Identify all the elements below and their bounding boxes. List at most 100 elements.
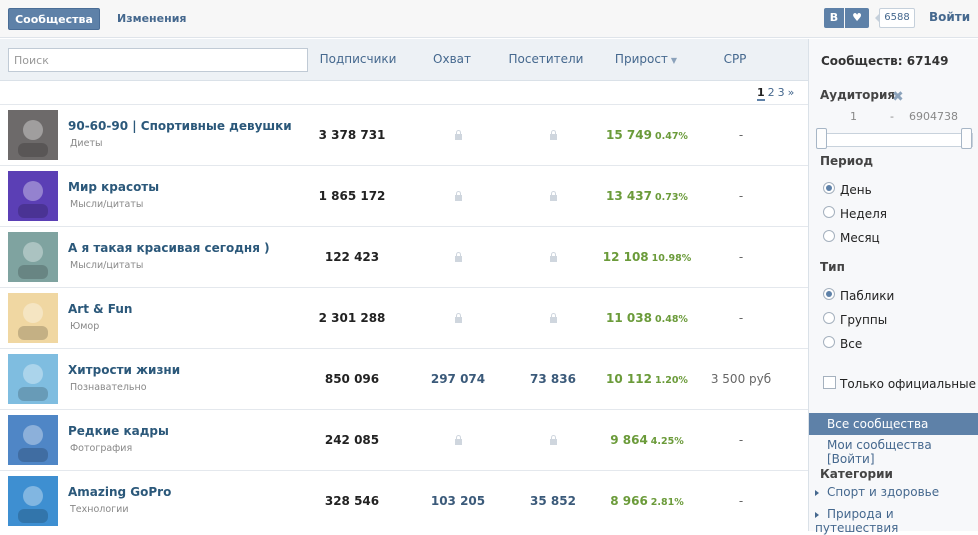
cpp-cell: - — [738, 189, 744, 203]
total-communities-count: Сообществ: 67149 — [821, 54, 949, 68]
period-month-label[interactable]: Месяц — [840, 231, 880, 245]
lock-icon — [454, 252, 462, 262]
reach-cell-locked — [418, 250, 498, 264]
community-category: Технологии — [70, 504, 129, 515]
avatar-image — [8, 476, 58, 526]
page-1-link[interactable]: 1 — [757, 86, 765, 101]
growth-cell: 12 108 10.98% — [598, 250, 696, 264]
community-avatar[interactable] — [8, 171, 58, 221]
community-name-link[interactable]: А я такая красивая сегодня ) — [68, 241, 270, 255]
cpp-cell: - — [738, 128, 744, 142]
clear-audience-icon[interactable]: ✖ — [892, 89, 904, 105]
community-avatar[interactable] — [8, 110, 58, 160]
official-only-label[interactable]: Только официальные — [840, 377, 976, 391]
table-header: Подписчики Охват Посетители Прирост▼ CPP — [0, 39, 808, 81]
period-week-radio[interactable] — [823, 206, 835, 218]
visitors-cell: 73 836 — [530, 372, 576, 386]
lock-icon — [549, 191, 557, 201]
type-title: Тип — [820, 260, 845, 274]
column-cpp[interactable]: CPP — [704, 52, 766, 66]
table-row[interactable]: Редкие кадры Фотография 242 085 9 864 4.2… — [0, 409, 808, 470]
community-category: Мысли/цитаты — [70, 199, 144, 210]
type-groups-radio[interactable] — [823, 312, 835, 324]
growth-cell: 15 749 0.47% — [598, 128, 696, 142]
search-input[interactable] — [8, 48, 308, 72]
period-day-label[interactable]: День — [840, 183, 872, 197]
visitors-cell: 35 852 — [530, 494, 576, 508]
page-3-link[interactable]: 3 — [778, 86, 785, 99]
type-groups-label[interactable]: Группы — [840, 313, 887, 327]
community-avatar[interactable] — [8, 476, 58, 526]
community-category: Юмор — [70, 321, 100, 332]
community-name-link[interactable]: Art & Fun — [68, 302, 132, 316]
table-row[interactable]: Хитрости жизни Познавательно 850 096 297… — [0, 348, 808, 409]
table-row[interactable]: Art & Fun Юмор 2 301 288 11 038 0.48% - — [0, 287, 808, 348]
audience-slider-track[interactable] — [817, 133, 973, 147]
community-name-link[interactable]: Редкие кадры — [68, 424, 169, 438]
type-publics-label[interactable]: Паблики — [840, 289, 894, 303]
visitors-cell-locked — [513, 311, 593, 325]
community-name-link[interactable]: Amazing GoPro — [68, 485, 171, 499]
period-day-radio[interactable] — [823, 182, 835, 194]
period-week-label[interactable]: Неделя — [840, 207, 887, 221]
column-growth-label: Прирост — [614, 52, 668, 66]
growth-percent: 0.48% — [654, 314, 688, 325]
table-row[interactable]: Amazing GoPro Технологии 328 546 103 205… — [0, 470, 808, 531]
growth-cell: 10 112 1.20% — [598, 372, 696, 386]
community-avatar[interactable] — [8, 293, 58, 343]
audience-slider-max-handle[interactable] — [961, 128, 972, 149]
type-all-radio[interactable] — [823, 336, 835, 348]
table-row[interactable]: 90-60-90 | Спортивные девушки Диеты 3 37… — [0, 104, 808, 165]
subscribers-cell: 242 085 — [324, 433, 380, 447]
audience-range-separator: - — [890, 110, 894, 123]
visitors-cell-locked — [513, 433, 593, 447]
next-page-link[interactable]: » — [788, 86, 795, 99]
community-avatar[interactable] — [8, 354, 58, 404]
community-name-link[interactable]: Хитрости жизни — [68, 363, 180, 377]
page-2-link[interactable]: 2 — [768, 86, 775, 99]
official-only-checkbox[interactable] — [823, 376, 836, 389]
growth-value: 15 749 — [606, 128, 652, 142]
communities-list: 90-60-90 | Спортивные девушки Диеты 3 37… — [0, 104, 808, 531]
period-title: Период — [820, 154, 874, 168]
subscribers-cell: 2 301 288 — [318, 311, 386, 325]
growth-value: 9 864 — [610, 433, 648, 447]
all-communities-link[interactable]: Все сообщества — [809, 413, 978, 435]
type-all-label[interactable]: Все — [840, 337, 862, 351]
login-link[interactable]: Войти — [929, 10, 970, 24]
tab-changes[interactable]: Изменения — [117, 8, 186, 30]
column-subscribers[interactable]: Подписчики — [314, 52, 402, 66]
column-visitors[interactable]: Посетители — [504, 52, 588, 66]
growth-percent: 1.20% — [654, 375, 688, 386]
cpp-cell: 3 500 руб — [710, 372, 772, 386]
likes-count: 6588 — [875, 8, 915, 28]
community-category: Диеты — [70, 138, 103, 149]
column-reach[interactable]: Охват — [415, 52, 489, 66]
heart-icon[interactable]: ♥ — [845, 8, 869, 28]
reach-cell: 297 074 — [430, 372, 486, 386]
vk-share-button[interactable]: В — [824, 8, 844, 28]
lock-icon — [549, 435, 557, 445]
avatar-image — [8, 415, 58, 465]
community-avatar[interactable] — [8, 232, 58, 282]
community-name-link[interactable]: 90-60-90 | Спортивные девушки — [68, 119, 292, 133]
cpp-cell: - — [738, 494, 744, 508]
table-row[interactable]: Мир красоты Мысли/цитаты 1 865 172 13 43… — [0, 165, 808, 226]
community-name-link[interactable]: Мир красоты — [68, 180, 159, 194]
reach-cell-locked — [418, 311, 498, 325]
audience-slider-min-handle[interactable] — [816, 128, 827, 149]
type-publics-radio[interactable] — [823, 288, 835, 300]
growth-value: 12 108 — [602, 250, 649, 264]
column-growth[interactable]: Прирост ▼ — [604, 52, 688, 66]
arrow-right-icon — [815, 512, 819, 518]
cpp-cell: - — [738, 250, 744, 264]
my-communities-link[interactable]: Мои сообщества [Войти] — [827, 438, 978, 466]
community-avatar[interactable] — [8, 415, 58, 465]
table-row[interactable]: А я такая красивая сегодня ) Мысли/цитат… — [0, 226, 808, 287]
avatar-image — [8, 171, 58, 221]
tab-communities[interactable]: Сообщества — [8, 8, 100, 30]
period-month-radio[interactable] — [823, 230, 835, 242]
category-link-sport[interactable]: Спорт и здоровье — [815, 485, 939, 499]
subscribers-cell: 850 096 — [324, 372, 380, 386]
filter-sidebar: Сообществ: 67149 Аудитория ✖ 1 - 6904738… — [808, 39, 978, 535]
